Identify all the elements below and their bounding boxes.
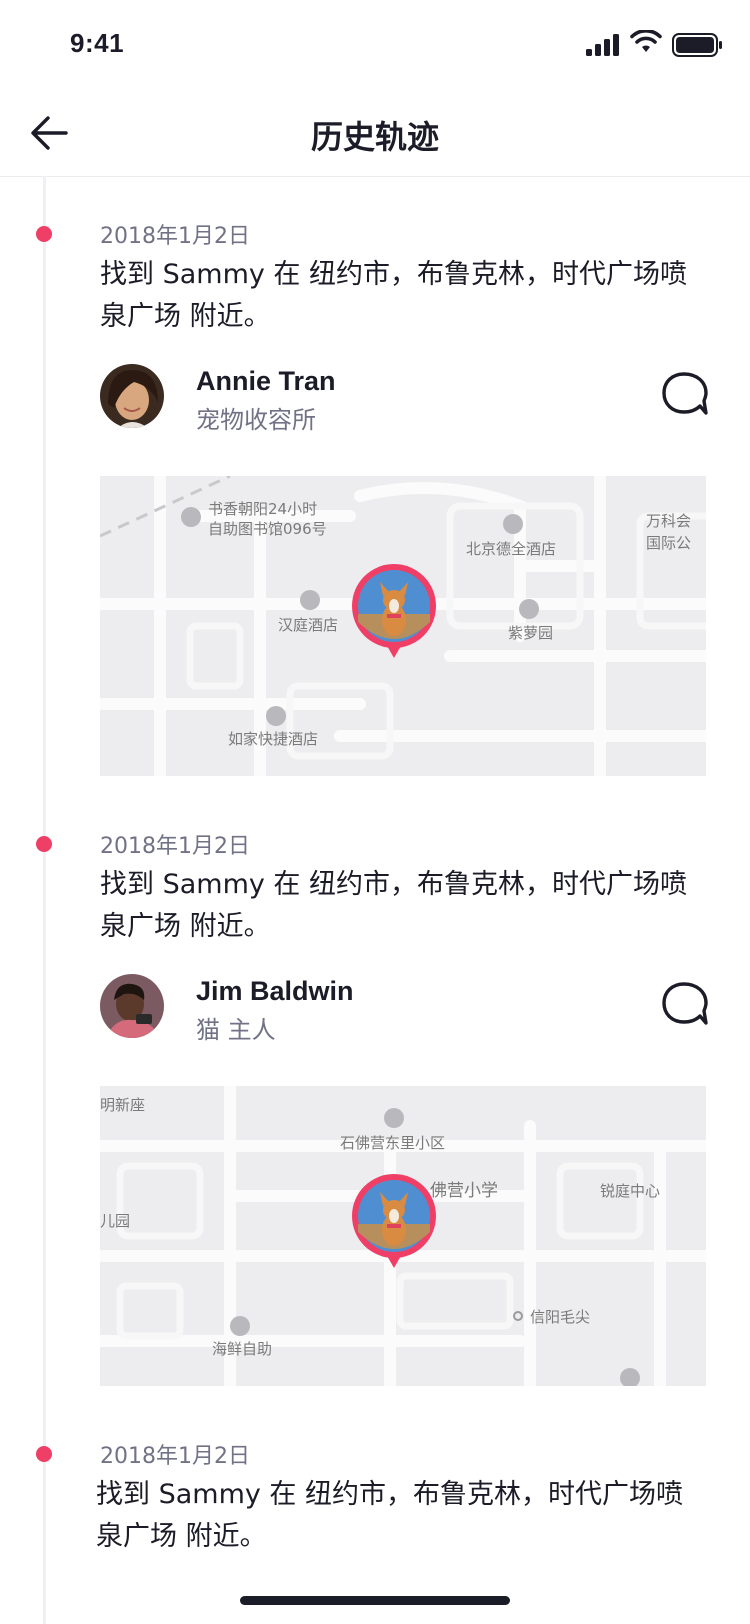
map-label: 万科会 [646, 512, 692, 530]
map-label: 紫萝园 [508, 624, 554, 642]
map-label: 石佛营东里小区 [340, 1134, 446, 1152]
entry-date: 2018年1月2日 [100, 224, 250, 249]
map-label: 书香朝阳24小时 [208, 500, 318, 518]
home-indicator [240, 1596, 510, 1605]
history-entry: 2018年1月2日 找到 Sammy 在 纽约市，布鲁克林，时代广场喷泉广场 附… [0, 786, 750, 1396]
battery-icon [672, 33, 722, 57]
entry-message: 找到 Sammy 在 纽约市，布鲁克林，时代广场喷泉广场 附近。 [100, 259, 688, 332]
map-label: 锐庭中心 [600, 1182, 661, 1200]
wifi-icon [630, 30, 662, 52]
entry-date: 2018年1月2日 [100, 834, 250, 859]
pet-location-pin[interactable] [350, 1172, 438, 1272]
entry-date: 2018年1月2日 [100, 1444, 250, 1469]
page-title: 历史轨迹 [310, 118, 439, 156]
pet-location-pin[interactable] [350, 562, 438, 662]
map-label: 如家快捷酒店 [228, 730, 319, 748]
status-bar: 9:41 [0, 0, 750, 90]
map-label: 海鲜自助 [212, 1340, 273, 1358]
map-label: 北京德全酒店 [466, 540, 557, 558]
avatar [100, 364, 164, 428]
chat-bubble-icon[interactable] [660, 980, 710, 1028]
timeline-dot [36, 1446, 52, 1462]
location-map[interactable]: 书香朝阳24小时 自助图书馆096号 北京德全酒店 汉庭酒店 紫萝园 如家快捷酒… [100, 476, 706, 776]
timeline-dot [36, 226, 52, 242]
timeline-dot [36, 836, 52, 852]
map-label: 汉庭酒店 [278, 616, 339, 634]
nav-bar: 历史轨迹 [0, 90, 750, 177]
map-label: 自助图书馆096号 [208, 520, 327, 538]
contact-row[interactable]: Annie Tran 宠物收容所 [100, 364, 710, 434]
avatar [100, 974, 164, 1038]
chat-bubble-icon[interactable] [660, 370, 710, 418]
signal-icon [586, 34, 619, 56]
status-time: 9:41 [70, 28, 125, 58]
entry-message: 找到 Sammy 在 纽约市，布鲁克林，时代广场喷泉广场 附近。 [96, 1479, 684, 1552]
map-label: 儿园 [100, 1212, 131, 1230]
map-label: 国际公 [646, 534, 692, 552]
contact-name: Jim Baldwin [196, 976, 354, 1006]
map-label: 信阳毛尖 [530, 1308, 591, 1326]
contact-role: 宠物收容所 [196, 406, 316, 434]
map-label: 明新座 [100, 1096, 146, 1114]
history-entry: 2018年1月2日 找到 Sammy 在 纽约市，布鲁克林，时代广场喷泉广场 附… [0, 1396, 750, 1624]
contact-row[interactable]: Jim Baldwin 猫 主人 [100, 974, 710, 1044]
location-map[interactable]: 明新座 石佛营东里小区 佛营小学 锐庭中心 儿园 信阳毛尖 海鲜自助 [100, 1086, 706, 1386]
contact-role: 猫 主人 [196, 1016, 276, 1044]
contact-name: Annie Tran [196, 366, 336, 396]
history-entry: 2018年1月2日 找到 Sammy 在 纽约市，布鲁克林，时代广场喷泉广场 附… [0, 176, 750, 786]
entry-message: 找到 Sammy 在 纽约市，布鲁克林，时代广场喷泉广场 附近。 [100, 869, 688, 942]
map-label: 佛营小学 [430, 1181, 498, 1201]
